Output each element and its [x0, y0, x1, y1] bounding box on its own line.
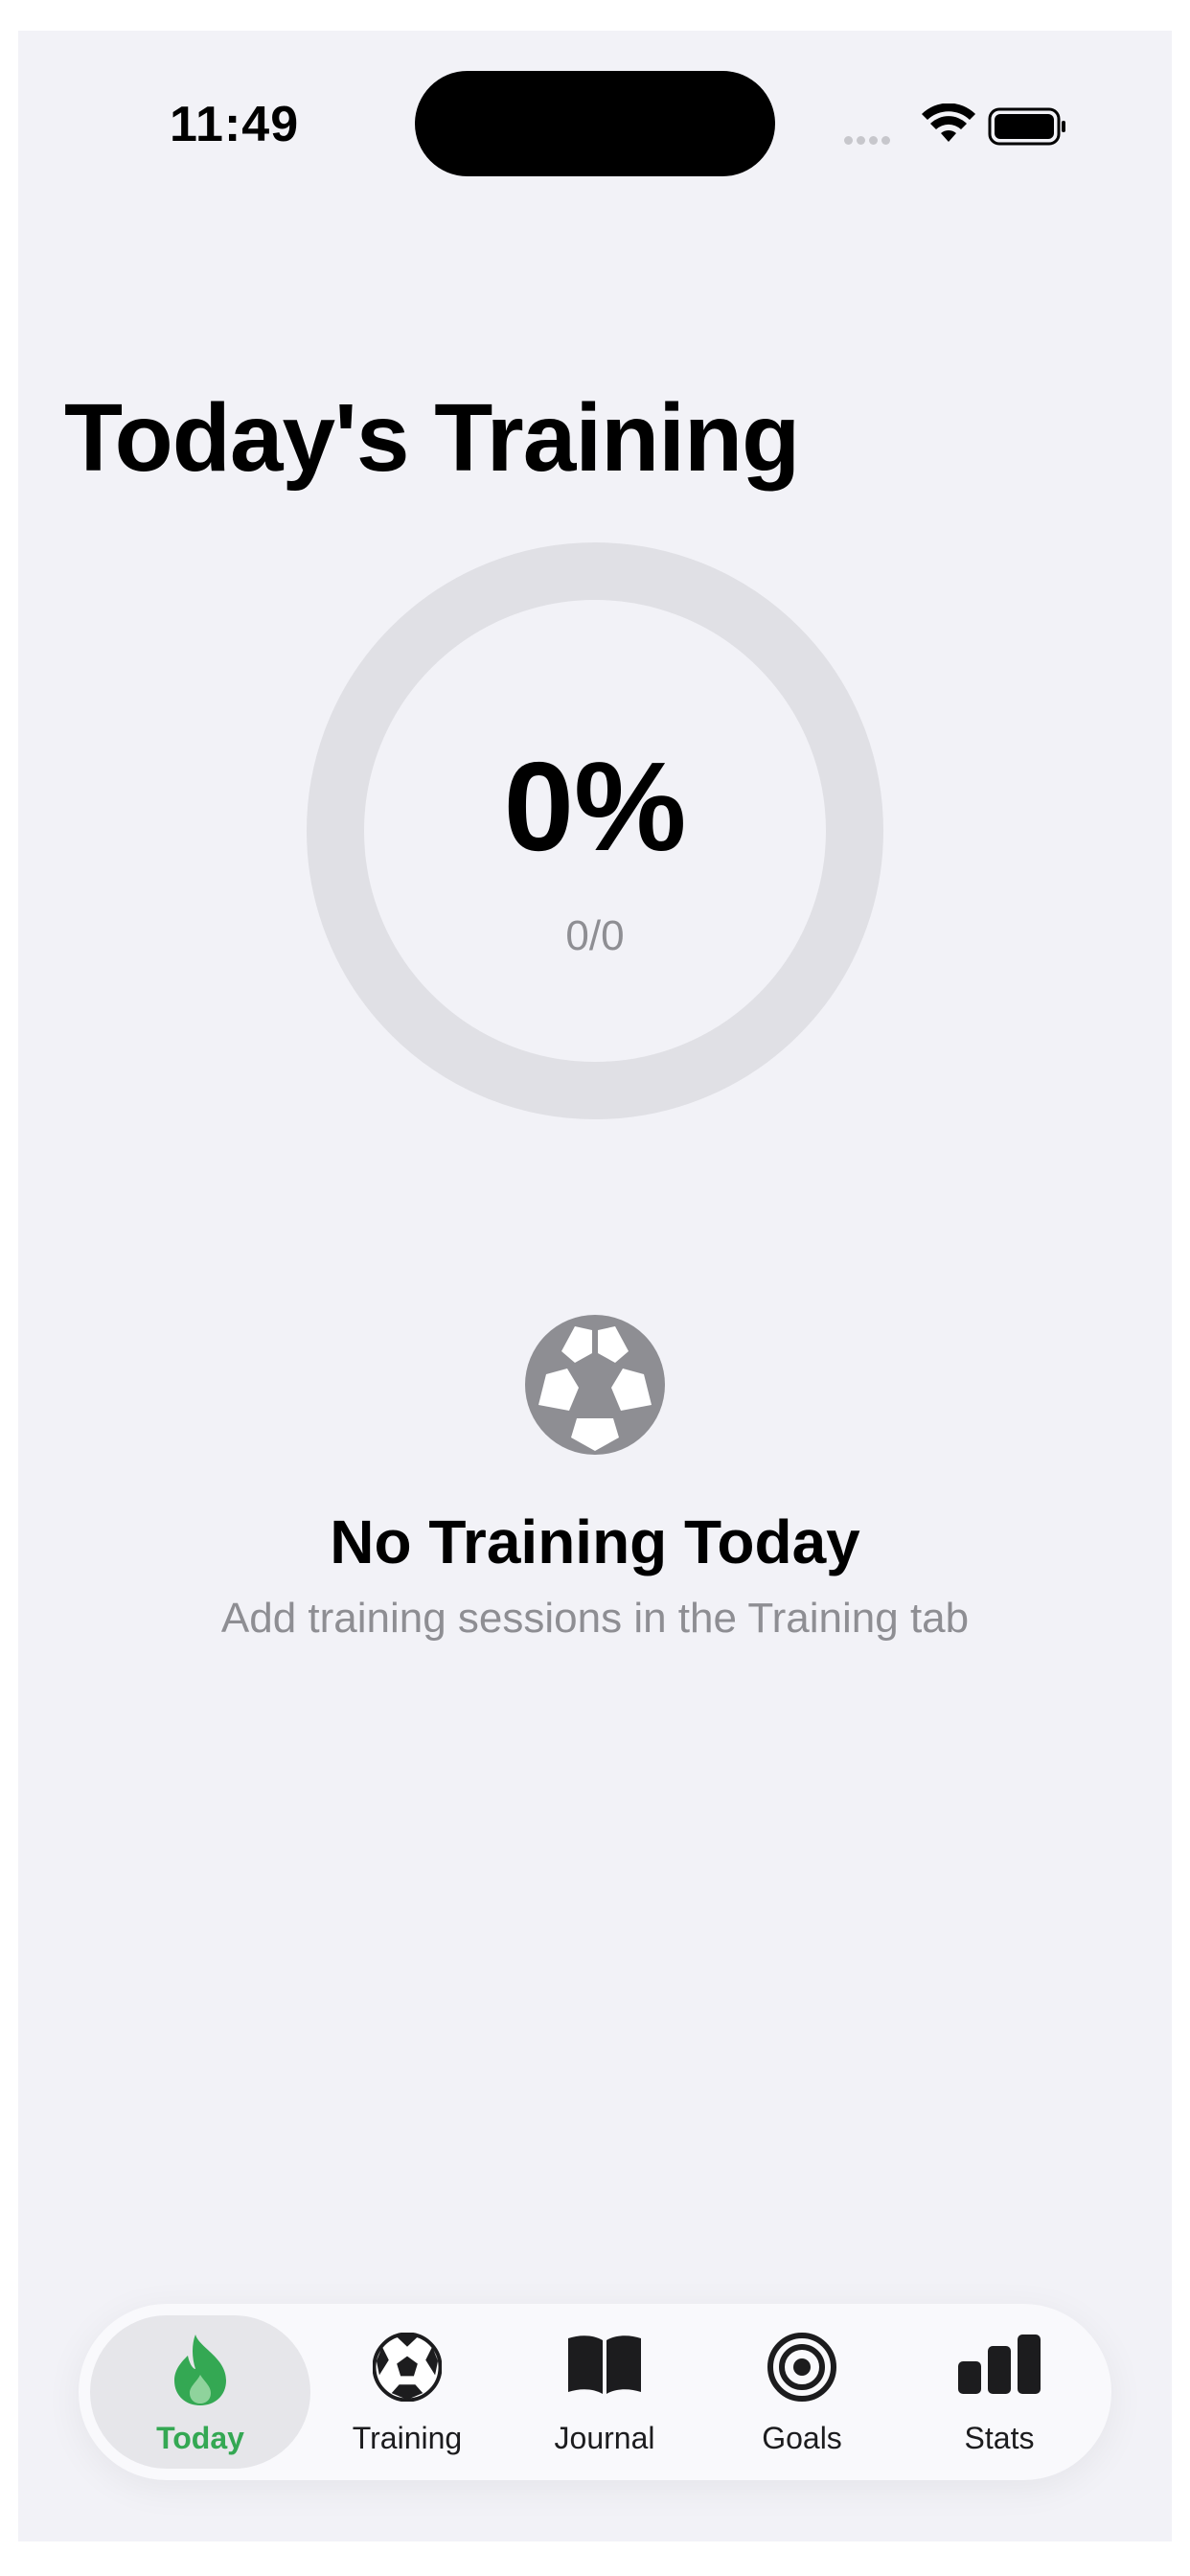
soccer-ball-icon [373, 2333, 442, 2402]
wifi-icon [921, 103, 976, 150]
progress-ring: 0% 0/0 [307, 542, 883, 1119]
tab-journal-label: Journal [554, 2421, 655, 2455]
tab-journal[interactable]: Journal [506, 2315, 703, 2469]
tab-stats[interactable]: Stats [901, 2315, 1098, 2469]
book-icon [568, 2335, 641, 2394]
bar-chart-icon [958, 2334, 1041, 2394]
tab-today-label: Today [156, 2421, 244, 2455]
flame-icon [174, 2334, 226, 2405]
progress-count: 0/0 [565, 912, 625, 959]
soccer-ball-icon [525, 1315, 665, 1460]
cellular-signal-icon [844, 132, 894, 150]
battery-icon [988, 107, 1066, 150]
target-icon [767, 2333, 836, 2402]
page-title: Today's Training [64, 384, 800, 492]
status-bar-time: 11:49 [170, 97, 300, 152]
dynamic-island [415, 71, 775, 176]
tab-goals[interactable]: Goals [703, 2315, 901, 2469]
progress-percent: 0% [503, 736, 687, 877]
empty-state-subtitle: Add training sessions in the Training ta… [220, 1595, 970, 1642]
tab-goals-label: Goals [762, 2421, 842, 2455]
tab-training-label: Training [352, 2421, 463, 2455]
app-screen: 11:49 Today's Training 0% 0/0 No Trainin… [18, 31, 1172, 2542]
tab-training[interactable]: Training [309, 2315, 506, 2469]
empty-state-title: No Training Today [330, 1507, 860, 1576]
tab-bar: Today Training Journal Goals Stats [79, 2304, 1111, 2480]
tab-stats-label: Stats [964, 2421, 1035, 2455]
tab-today[interactable]: Today [90, 2315, 310, 2469]
